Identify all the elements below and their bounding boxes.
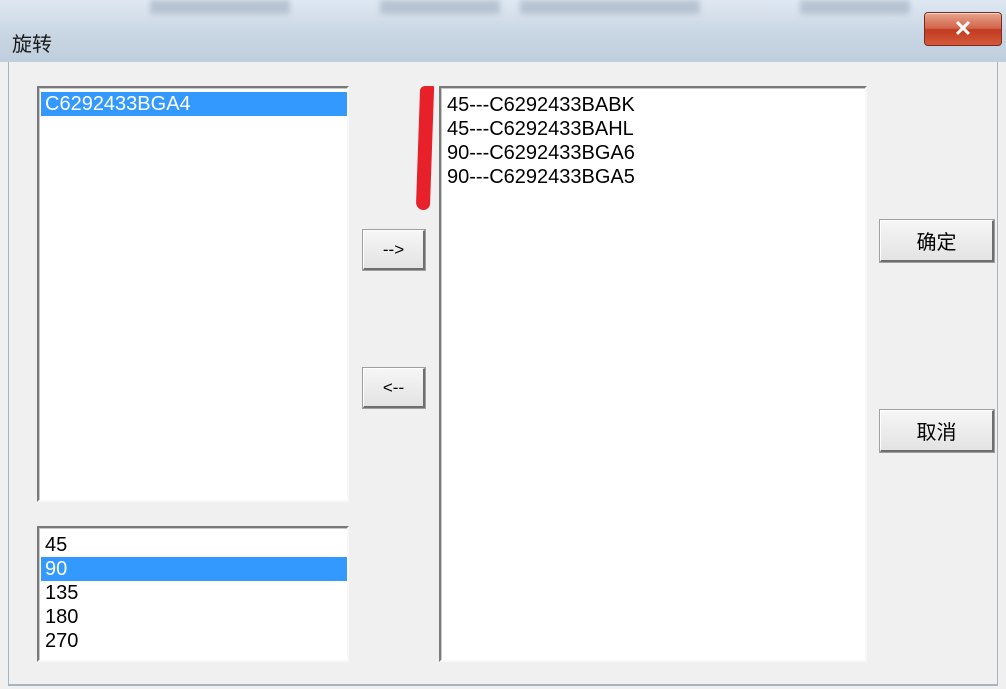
- window-title: 旋转: [12, 34, 52, 56]
- blurred-background: [520, 0, 700, 14]
- component-list-item[interactable]: C6292433BGA4: [41, 92, 347, 116]
- angle-list[interactable]: 45 90 135 180 270: [37, 526, 349, 662]
- ok-button-label: 确定: [916, 232, 957, 254]
- remove-button-label: <--: [382, 377, 405, 397]
- add-button[interactable]: -->: [363, 230, 425, 270]
- cancel-button[interactable]: 取消: [880, 410, 994, 452]
- result-list-item[interactable]: 90---C6292433BGA5: [443, 165, 865, 189]
- remove-button[interactable]: <--: [363, 368, 425, 408]
- angle-list-item[interactable]: 90: [41, 557, 347, 581]
- title-bar: 旋转 ✕: [0, 0, 1006, 62]
- close-button[interactable]: ✕: [924, 12, 1002, 46]
- result-list-item[interactable]: 45---C6292433BABK: [443, 93, 865, 117]
- cancel-button-label: 取消: [916, 422, 957, 444]
- blurred-background: [800, 0, 910, 14]
- add-button-label: -->: [382, 239, 405, 259]
- result-list[interactable]: 45---C6292433BABK 45---C6292433BAHL 90--…: [439, 86, 867, 662]
- result-list-item[interactable]: 45---C6292433BAHL: [443, 117, 865, 141]
- component-list[interactable]: C6292433BGA4: [37, 86, 349, 502]
- window-border: [8, 684, 998, 686]
- blurred-background: [150, 0, 290, 14]
- result-list-item[interactable]: 90---C6292433BGA6: [443, 141, 865, 165]
- angle-list-item[interactable]: 180: [41, 605, 347, 629]
- close-icon: ✕: [953, 16, 973, 41]
- angle-list-item[interactable]: 135: [41, 581, 347, 605]
- blurred-background: [380, 0, 500, 14]
- angle-list-item[interactable]: 45: [41, 533, 347, 557]
- ok-button[interactable]: 确定: [880, 220, 994, 262]
- angle-list-item[interactable]: 270: [41, 629, 347, 653]
